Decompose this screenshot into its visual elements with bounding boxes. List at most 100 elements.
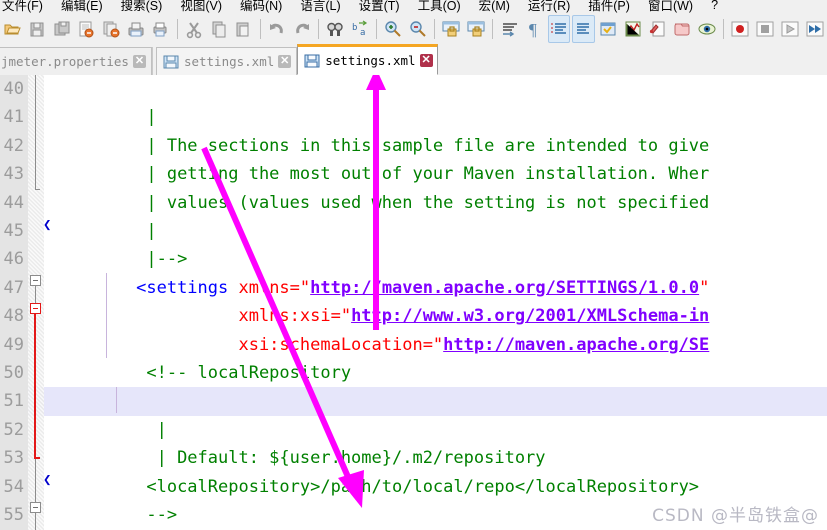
menu-view[interactable]: 视图(V) <box>180 0 231 14</box>
code-line: <localRepository>/path/to/local/repo</lo… <box>125 476 700 497</box>
indent-guide <box>106 273 107 358</box>
zoom-in-icon[interactable] <box>382 15 405 43</box>
close-icon[interactable]: ✕ <box>132 55 146 68</box>
tab-jmeter-properties[interactable]: jmeter.properties ✕ <box>0 47 152 75</box>
zoom-out-icon[interactable] <box>407 15 430 43</box>
tab-label: jmeter.properties <box>1 54 129 69</box>
print-icon[interactable] <box>149 15 172 43</box>
save-file-icon <box>163 54 179 70</box>
indent-guide-icon[interactable] <box>547 15 571 43</box>
tab-bar: jmeter.properties ✕ settings.xml ✕ setti… <box>0 44 827 76</box>
code-line: --> <box>125 505 178 525</box>
fold-collapse-box-comment[interactable] <box>30 303 41 314</box>
code-line: | The path to the local repository maven… <box>44 359 827 411</box>
user-defined-dialog-icon[interactable] <box>572 15 595 43</box>
menu-tools[interactable]: 工具(O) <box>418 0 470 14</box>
code-line-current: | <box>44 387 827 440</box>
line-number: 50 <box>3 363 24 383</box>
close-all-icon[interactable] <box>124 15 147 43</box>
tab-label: settings.xml <box>183 54 275 69</box>
fold-end-marker-comment <box>34 457 40 459</box>
toolbar-separator <box>492 19 494 39</box>
fast-play-macro-icon[interactable] <box>803 15 826 43</box>
save-icon[interactable] <box>50 15 73 43</box>
line-number: 55 <box>3 505 24 525</box>
code-line: xmlns:xsi="http://www.w3.org/2001/XMLSch… <box>125 306 710 327</box>
toolbar-separator <box>176 19 178 39</box>
menu-encoding[interactable]: 编码(N) <box>240 0 291 14</box>
toolbar-separator <box>723 19 725 39</box>
open-file-icon[interactable] <box>26 15 49 43</box>
code-folding-column[interactable] <box>28 75 44 530</box>
tab-settings-xml-1[interactable]: settings.xml ✕ <box>155 47 298 75</box>
document-preview-icon[interactable] <box>671 15 694 43</box>
code-line: | <box>125 107 157 128</box>
line-number: 40 <box>3 79 24 99</box>
cut-icon[interactable] <box>183 15 206 43</box>
code-line: |--> <box>125 249 188 270</box>
save-all-icon[interactable] <box>75 15 98 43</box>
close-icon[interactable]: ✕ <box>278 55 292 68</box>
copy-icon[interactable] <box>207 15 230 43</box>
fold-collapse-box-2[interactable] <box>30 502 41 513</box>
redo-icon[interactable] <box>290 15 313 43</box>
paste-icon[interactable] <box>232 15 255 43</box>
menu-edit[interactable]: 编辑(E) <box>61 0 112 14</box>
line-number: 44 <box>3 192 24 213</box>
new-file-icon[interactable] <box>1 15 24 43</box>
code-line: | getting the most out of your Maven ins… <box>125 164 710 185</box>
menu-settings[interactable]: 设置(T) <box>359 0 409 14</box>
tab-label: settings.xml <box>325 53 416 68</box>
line-number: 45 <box>3 221 24 241</box>
code-line: | The sections in this sample file are i… <box>125 135 710 156</box>
code-line: xsi:schemaLocation="http://maven.apache.… <box>125 334 710 355</box>
code-line: | values (values used when the setting i… <box>125 192 710 213</box>
word-wrap-icon[interactable] <box>498 15 521 43</box>
find-icon[interactable] <box>324 15 347 43</box>
line-number: 48 <box>3 306 24 327</box>
fold-line <box>35 75 36 190</box>
menu-run[interactable]: 运行(R) <box>528 0 579 14</box>
close-icon[interactable]: ✕ <box>419 54 433 67</box>
doc-map-icon[interactable] <box>597 15 620 43</box>
folder-workspace-icon[interactable] <box>646 15 669 43</box>
show-all-chars-icon[interactable]: ¶ <box>523 15 546 43</box>
stop-macro-icon[interactable] <box>754 15 777 43</box>
menu-language[interactable]: 语言(L) <box>300 0 349 14</box>
function-list-icon[interactable] <box>622 15 645 43</box>
replace-icon[interactable]: b a <box>348 15 371 43</box>
eye-preview-icon[interactable] <box>696 15 719 43</box>
code-editor[interactable]: 40 41 42 43 44 45 46 47 48 49 50 51 52 5… <box>0 75 827 530</box>
line-number-gutter: 40 41 42 43 44 45 46 47 48 49 50 51 52 5… <box>0 75 28 530</box>
sync-vertical-icon[interactable] <box>440 15 463 43</box>
line-number: 43 <box>3 164 24 185</box>
menu-plugins[interactable]: 插件(P) <box>588 0 639 14</box>
play-macro-icon[interactable] <box>779 15 802 43</box>
menu-help[interactable]: ? <box>711 0 727 12</box>
menu-window[interactable]: 窗口(W) <box>648 0 702 14</box>
fold-line-comment <box>34 314 36 457</box>
svg-text:a: a <box>360 28 365 38</box>
close-file-icon[interactable] <box>100 15 123 43</box>
svg-text:¶: ¶ <box>529 20 537 39</box>
fold-end-marker <box>35 189 40 190</box>
watermark: CSDN @半岛铁盒@ <box>652 506 819 526</box>
svg-text:b: b <box>352 23 357 33</box>
line-number: 53 <box>3 448 24 469</box>
code-line: <!-- localRepository <box>125 363 352 383</box>
line-number: 47 <box>3 277 24 298</box>
line-number: 51 <box>3 391 24 412</box>
fold-collapse-box[interactable] <box>30 275 41 286</box>
line-number: 49 <box>3 334 24 355</box>
menu-file[interactable]: 文件(F) <box>2 0 52 14</box>
record-macro-icon[interactable] <box>729 15 752 43</box>
undo-icon[interactable] <box>265 15 288 43</box>
toolbar-separator <box>259 19 261 39</box>
tab-settings-xml-2[interactable]: settings.xml ✕ <box>297 44 438 75</box>
code-line: | <box>125 221 157 241</box>
menu-macro[interactable]: 宏(M) <box>479 0 519 14</box>
sync-horizontal-icon[interactable] <box>465 15 488 43</box>
menu-search[interactable]: 搜索(S) <box>121 0 172 14</box>
code-content[interactable]: | | The sections in this sample file are… <box>44 75 827 530</box>
line-number: 41 <box>3 107 24 128</box>
